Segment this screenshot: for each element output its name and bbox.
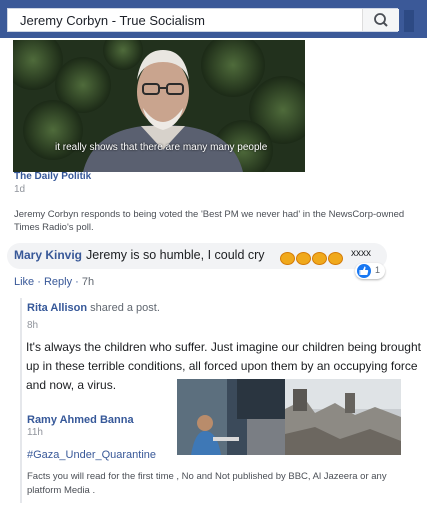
search-icon[interactable]: [363, 9, 400, 31]
video-player[interactable]: it really shows that there are many many…: [13, 40, 305, 172]
share-header: Rita Allison shared a post.: [27, 302, 160, 314]
reaction-badge[interactable]: 1: [355, 263, 385, 279]
post-timestamp[interactable]: 1d: [14, 184, 25, 195]
like-reaction-icon: [357, 264, 371, 278]
reply-link[interactable]: Reply: [44, 276, 72, 288]
comment-author[interactable]: Mary Kinvig: [14, 248, 82, 262]
comment-text: Jeremy is so humble, I could cry: [86, 248, 265, 262]
original-timestamp[interactable]: 11h: [27, 427, 43, 438]
post-photo[interactable]: [285, 379, 401, 455]
original-author[interactable]: Ramy Ahmed Banna: [27, 414, 134, 426]
fist-emoji-icon: [312, 252, 327, 265]
post-photo[interactable]: [177, 379, 285, 455]
comment-tail-text: xxxx: [351, 248, 371, 259]
fist-emoji-icon: [280, 252, 295, 265]
search-query[interactable]: Jeremy Corbyn - True Socialism: [20, 13, 205, 28]
video-subtitle: it really shows that there are many many…: [55, 142, 268, 153]
like-link[interactable]: Like: [14, 276, 34, 288]
reaction-count: 1: [375, 265, 381, 275]
post-caption: Jeremy Corbyn responds to being voted th…: [14, 209, 405, 233]
original-post-text: Facts you will read for the first time ,…: [27, 471, 387, 496]
comment-timestamp[interactable]: 7h: [82, 276, 94, 288]
emoji-group: [280, 250, 344, 268]
shared-post-border: [20, 298, 22, 503]
hashtag-link[interactable]: #Gaza_Under_Quarantine: [27, 449, 156, 461]
share-timestamp[interactable]: 8h: [27, 320, 38, 331]
comment-actions: Like · Reply · 7h: [14, 276, 95, 288]
post-source[interactable]: The Daily Politik: [14, 171, 91, 182]
fist-emoji-icon: [296, 252, 311, 265]
search-button[interactable]: [362, 9, 399, 31]
sharer-name[interactable]: Rita Allison: [27, 302, 87, 314]
search-input[interactable]: Jeremy Corbyn - True Socialism: [7, 8, 399, 32]
fist-emoji-icon: [328, 252, 343, 265]
share-action: shared a post.: [90, 302, 160, 314]
header-edge: [404, 10, 414, 32]
